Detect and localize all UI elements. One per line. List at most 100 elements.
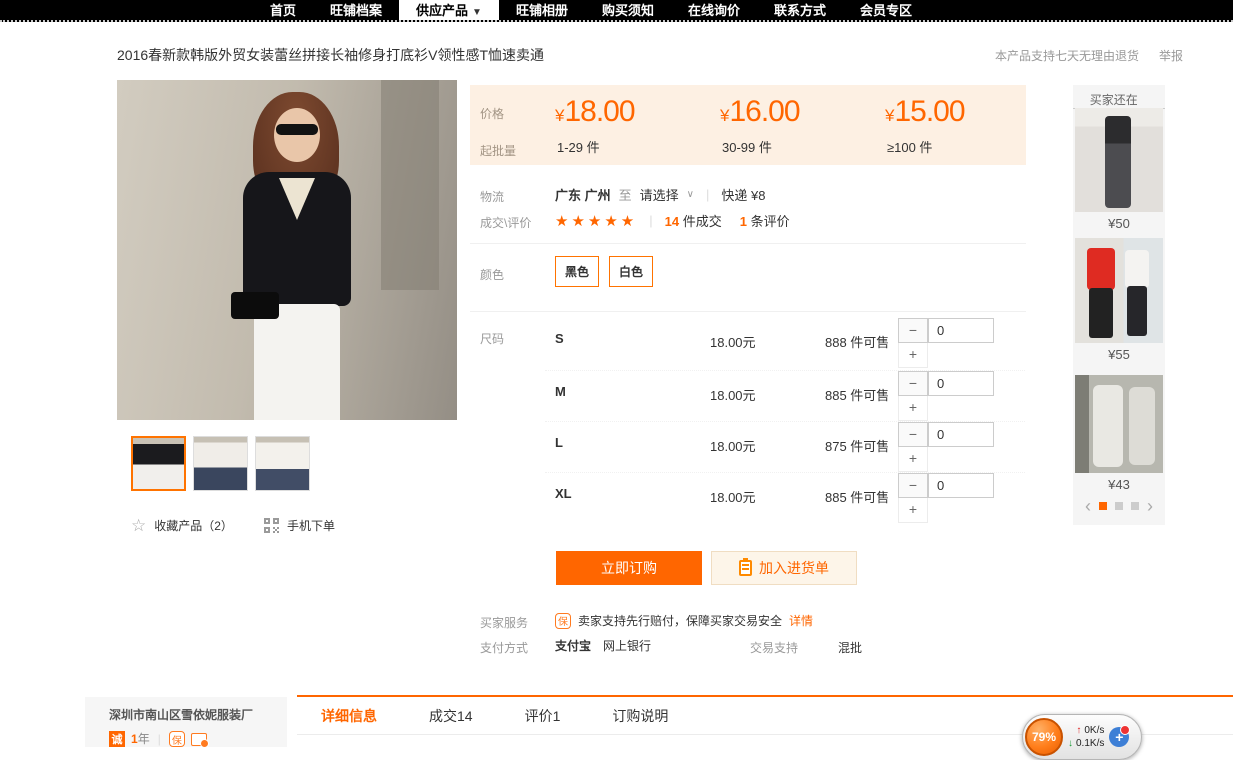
qty-input[interactable] xyxy=(928,422,994,447)
size-row-xl: XL 18.00元 885 件可售 − + xyxy=(545,472,1025,524)
destination-select[interactable]: 请选择 xyxy=(640,185,679,204)
pager-dot-1[interactable] xyxy=(1099,502,1107,510)
price-value: 18.00 xyxy=(564,95,634,128)
nav-item-contact[interactable]: 联系方式 xyxy=(757,0,843,20)
tab-reviews[interactable]: 评价1 xyxy=(525,706,561,726)
size-price: 18.00元 xyxy=(710,332,756,351)
related-product-price-2: ¥55 xyxy=(1073,347,1165,362)
guarantee-badge-icon: 保 xyxy=(555,613,571,629)
plus-button[interactable]: + xyxy=(898,343,928,368)
related-product-image-2[interactable] xyxy=(1075,238,1163,343)
rating-stars: ★★★★★ xyxy=(555,212,637,230)
qty-input[interactable] xyxy=(928,371,994,396)
seller-name[interactable]: 深圳市南山区雪依妮服装厂 xyxy=(109,706,287,723)
credit-badge-icon: 诚 xyxy=(109,731,125,747)
down-arrow-icon: ↓ xyxy=(1068,737,1073,750)
quantity-stepper: − + xyxy=(898,371,998,421)
size-row-m: M 18.00元 885 件可售 − + xyxy=(545,370,1025,422)
size-stock: 885 件可售 xyxy=(825,487,889,506)
star-icon: ☆ xyxy=(131,517,146,534)
plus-button[interactable]: + xyxy=(898,396,928,421)
size-price: 18.00元 xyxy=(710,436,756,455)
color-option-white[interactable]: 白色 xyxy=(609,256,653,287)
alipay-option[interactable]: 支付宝 xyxy=(555,637,591,654)
color-label: 颜色 xyxy=(480,266,504,283)
thumbnail-strip xyxy=(131,436,310,491)
deal-count[interactable]: 14 xyxy=(665,214,679,229)
chevron-down-icon: ▼ xyxy=(472,7,482,18)
tab-detail-info[interactable]: 详细信息 xyxy=(321,706,377,726)
minus-button[interactable]: − xyxy=(898,318,928,343)
certificate-icon xyxy=(191,733,207,746)
guarantee-row: 保 卖家支持先行赔付，保障买家交易安全 详情 xyxy=(555,612,813,629)
color-options: 黑色 白色 xyxy=(555,256,653,287)
tab-order-notes[interactable]: 订购说明 xyxy=(612,706,668,726)
product-image[interactable] xyxy=(117,80,457,420)
order-now-button[interactable]: 立即订购 xyxy=(556,551,702,585)
thumbnail-1[interactable] xyxy=(131,436,186,491)
related-product-price-1: ¥50 xyxy=(1073,216,1165,231)
nav-item-shop-profile[interactable]: 旺铺档案 xyxy=(313,0,399,20)
price-value: 16.00 xyxy=(729,95,799,128)
nav-item-online-inquiry[interactable]: 在线询价 xyxy=(671,0,757,20)
netbank-option[interactable]: 网上银行 xyxy=(603,637,651,654)
related-product-price-3: ¥43 xyxy=(1073,477,1165,492)
thumbnail-3[interactable] xyxy=(255,436,310,491)
top-nav: 首页 旺铺档案 供应产品▼ 旺铺相册 购买须知 在线询价 联系方式 会员专区 xyxy=(0,0,1233,22)
quantity-stepper: − + xyxy=(898,473,998,523)
nav-item-home[interactable]: 首页 xyxy=(253,0,313,20)
sidebar-pager: ‹ › xyxy=(1073,497,1165,515)
guarantee-detail-link[interactable]: 详情 xyxy=(789,612,813,629)
next-arrow-icon[interactable]: › xyxy=(1147,497,1153,515)
color-option-black[interactable]: 黑色 xyxy=(555,256,599,287)
size-row-l: L 18.00元 875 件可售 − + xyxy=(545,421,1025,473)
download-speed-widget[interactable]: 79% ↑0K/s ↓0.1K/s + xyxy=(1022,714,1142,760)
photo-background xyxy=(381,80,439,290)
size-stock: 875 件可售 xyxy=(825,436,889,455)
size-row-s: S 18.00元 888 件可售 − + xyxy=(545,318,1025,370)
related-product-image-3[interactable] xyxy=(1075,375,1163,473)
plus-button[interactable]: + xyxy=(898,498,928,523)
also-viewed-sidebar: 买家还在看 ¥50 ¥55 ¥43 ‹ › xyxy=(1073,85,1165,525)
price-value: 15.00 xyxy=(894,95,964,128)
prev-arrow-icon[interactable]: ‹ xyxy=(1085,497,1091,515)
size-name: M xyxy=(555,384,566,399)
nav-item-member-zone[interactable]: 会员专区 xyxy=(843,0,929,20)
size-name: XL xyxy=(555,486,572,501)
mobile-order-button[interactable]: 手机下单 xyxy=(264,517,335,534)
pager-dot-2[interactable] xyxy=(1115,502,1123,510)
add-to-purchase-list-button[interactable]: 加入进货单 xyxy=(711,551,857,585)
tab-deals[interactable]: 成交14 xyxy=(429,706,473,726)
qty-input[interactable] xyxy=(928,318,994,343)
size-label: 尺码 xyxy=(480,330,504,347)
plus-button[interactable]: + xyxy=(898,447,928,472)
minus-button[interactable]: − xyxy=(898,371,928,396)
size-name: S xyxy=(555,331,564,346)
origin-text: 广东 广州 xyxy=(555,185,611,204)
minus-button[interactable]: − xyxy=(898,473,928,498)
qr-code-icon xyxy=(264,518,279,533)
minus-button[interactable]: − xyxy=(898,422,928,447)
add-download-button[interactable]: + xyxy=(1109,727,1129,747)
nav-item-shop-album[interactable]: 旺铺相册 xyxy=(499,0,585,20)
trade-row: ★★★★★ | 14 件成交 1 条评价 xyxy=(555,211,790,230)
price-panel: 价格 起批量 ¥18.00 1-29 件 ¥16.00 30-99 件 ¥15.… xyxy=(470,85,1026,165)
progress-circle[interactable]: 79% xyxy=(1025,718,1063,756)
size-name: L xyxy=(555,435,563,450)
logistics-label: 物流 xyxy=(480,188,504,205)
report-link[interactable]: 举报 xyxy=(1159,47,1183,64)
nav-item-buying-notes[interactable]: 购买须知 xyxy=(585,0,671,20)
product-title: 2016春新款韩版外贸女装蕾丝拼接长袖修身打底衫V领性感T恤速卖通 xyxy=(117,45,544,65)
nav-item-products[interactable]: 供应产品▼ xyxy=(399,0,499,20)
logistics-row: 广东 广州 至 请选择 ∨ | 快递 ¥8 xyxy=(555,185,765,204)
review-count[interactable]: 1 xyxy=(740,214,747,229)
favorite-button[interactable]: ☆ 收藏产品（2） xyxy=(131,517,233,534)
chevron-down-icon[interactable]: ∨ xyxy=(687,189,694,200)
quantity-stepper: − + xyxy=(898,318,998,368)
tier-qty: ≥100 件 xyxy=(887,137,932,156)
related-product-image-1[interactable] xyxy=(1075,108,1163,212)
trade-support-label: 交易支持 xyxy=(750,639,798,656)
pager-dot-3[interactable] xyxy=(1131,502,1139,510)
qty-input[interactable] xyxy=(928,473,994,498)
thumbnail-2[interactable] xyxy=(193,436,248,491)
